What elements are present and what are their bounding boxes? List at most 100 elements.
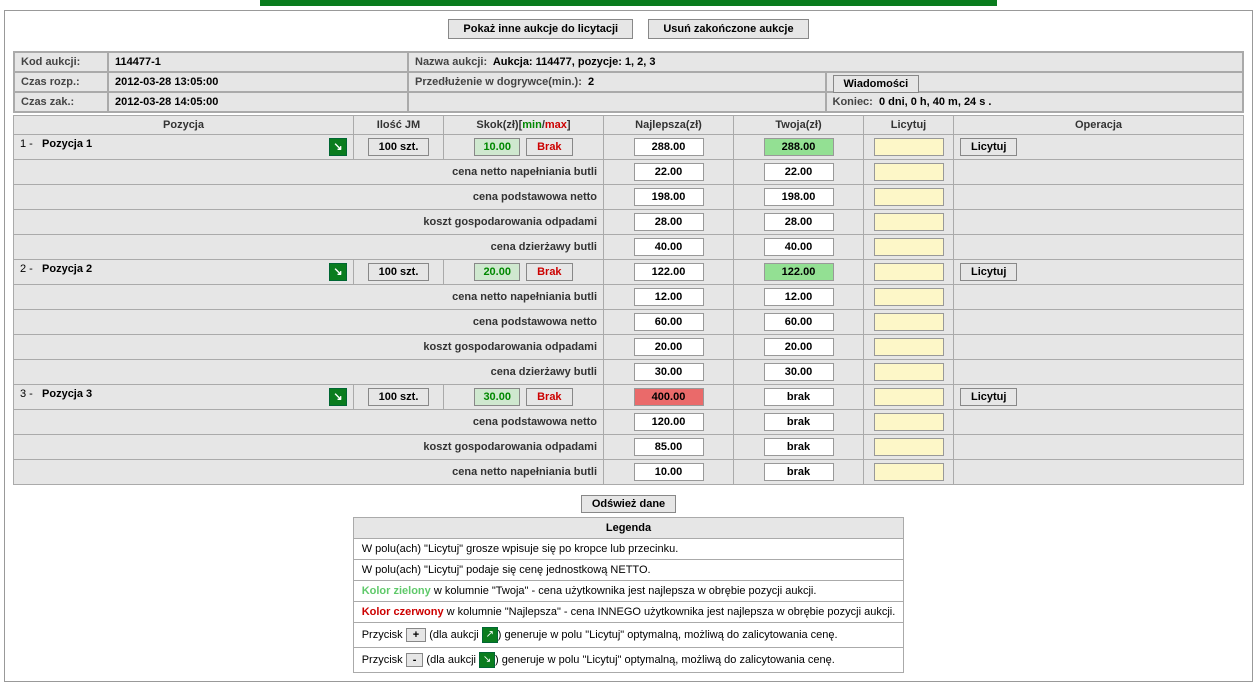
col-twoja: Twoja(zł)	[734, 116, 864, 135]
bid-input[interactable]	[874, 138, 944, 156]
table-row-sub: cena dzierżawy butli 30.00 30.00	[14, 360, 1244, 385]
nazwa-aukcji-value: Aukcja: 114477, pozycje: 1, 2, 3	[493, 56, 656, 68]
bid-input[interactable]	[874, 363, 944, 381]
bid-input[interactable]	[874, 288, 944, 306]
position-index: 3 -	[20, 388, 33, 400]
table-header-row: Pozycja Ilość JM Skok(zł)[min/max] Najle…	[14, 116, 1244, 135]
position-index: 1 -	[20, 138, 33, 150]
optimize-down-icon[interactable]: ↘	[329, 263, 347, 281]
show-other-auctions-button[interactable]: Pokaż inne aukcje do licytacji	[448, 19, 633, 39]
plus-button[interactable]: +	[406, 628, 426, 642]
odswiez-dane-button[interactable]: Odśwież dane	[581, 495, 676, 513]
bid-input[interactable]	[874, 463, 944, 481]
bid-input[interactable]	[874, 238, 944, 256]
licytuj-button[interactable]: Licytuj	[960, 388, 1017, 406]
sub-label: cena dzierżawy butli	[14, 360, 604, 385]
position-cell: 3 - Pozycja 3 ↘	[14, 385, 354, 410]
sub-best: 40.00	[634, 238, 704, 256]
best-value: 400.00	[634, 388, 704, 406]
sub-label: cena netto napełniania butli	[14, 160, 604, 185]
table-row-sub: cena podstawowa netto 120.00 brak	[14, 410, 1244, 435]
table-row-sub: cena dzierżawy butli 40.00 40.00	[14, 235, 1244, 260]
sub-best: 10.00	[634, 463, 704, 481]
table-row-sub: cena podstawowa netto 198.00 198.00	[14, 185, 1244, 210]
przedluzenie-cell: Przedłużenie w dogrywce(min.): 2	[408, 72, 826, 92]
sub-label: cena podstawowa netto	[14, 185, 604, 210]
bid-input[interactable]	[874, 263, 944, 281]
position-name: Pozycja 1	[42, 138, 92, 150]
operation-cell: Licytuj	[954, 135, 1244, 160]
col-skok: Skok(zł)[min/max]	[444, 116, 604, 135]
sub-best: 30.00	[634, 363, 704, 381]
legend-line: W polu(ach) "Licytuj" podaje się cenę je…	[353, 560, 904, 581]
your-value: brak	[764, 388, 834, 406]
koniec-label: Koniec:	[833, 96, 873, 108]
auction-info-grid: Kod aukcji: 114477-1 Nazwa aukcji: Aukcj…	[13, 51, 1244, 113]
table-row-sub: koszt gospodarowania odpadami 28.00 28.0…	[14, 210, 1244, 235]
minus-button[interactable]: -	[406, 653, 424, 667]
table-row-sub: koszt gospodarowania odpadami 20.00 20.0…	[14, 335, 1244, 360]
czas-zak-value: 2012-03-28 14:05:00	[108, 92, 408, 112]
sub-label: koszt gospodarowania odpadami	[14, 435, 604, 460]
legend-line: Kolor zielony w kolumnie "Twoja" - cena …	[353, 581, 904, 602]
sub-your: 30.00	[764, 363, 834, 381]
legend-table: Legenda W polu(ach) "Licytuj" grosze wpi…	[353, 517, 905, 673]
position-cell: 1 - Pozycja 1 ↘	[14, 135, 354, 160]
kod-aukcji-value: 114477-1	[108, 52, 408, 72]
sub-your: 20.00	[764, 338, 834, 356]
skok-value: 30.00	[474, 388, 520, 406]
bid-input[interactable]	[874, 163, 944, 181]
operation-cell	[954, 160, 1244, 185]
skok-value: 10.00	[474, 138, 520, 156]
your-value: 288.00	[764, 138, 834, 156]
bid-input[interactable]	[874, 338, 944, 356]
main-panel: Pokaż inne aukcje do licytacji Usuń zako…	[4, 10, 1253, 682]
sub-your: 60.00	[764, 313, 834, 331]
bid-input[interactable]	[874, 213, 944, 231]
bid-input[interactable]	[874, 438, 944, 456]
sub-your: 28.00	[764, 213, 834, 231]
position-name: Pozycja 3	[42, 388, 92, 400]
table-row-sub: cena podstawowa netto 60.00 60.00	[14, 310, 1244, 335]
skok-max: Brak	[526, 138, 572, 156]
remove-finished-auctions-button[interactable]: Usuń zakończone aukcje	[648, 19, 808, 39]
bid-input[interactable]	[874, 413, 944, 431]
best-cell: 288.00	[604, 135, 734, 160]
czas-rozp-value: 2012-03-28 13:05:00	[108, 72, 408, 92]
sub-label: cena dzierżawy butli	[14, 235, 604, 260]
table-row-sub: cena netto napełniania butli 10.00 brak	[14, 460, 1244, 485]
sub-label: cena netto napełniania butli	[14, 285, 604, 310]
ilosc-value: 100 szt.	[368, 388, 430, 406]
best-value: 288.00	[634, 138, 704, 156]
top-buttons: Pokaż inne aukcje do licytacji Usuń zako…	[13, 19, 1244, 39]
positions-table: Pozycja Ilość JM Skok(zł)[min/max] Najle…	[13, 115, 1244, 485]
ilosc-value: 100 szt.	[368, 138, 430, 156]
optimize-down-icon[interactable]: ↘	[329, 138, 347, 156]
czas-rozp-label: Czas rozp.:	[14, 72, 108, 92]
legend-line: Kolor czerwony w kolumnie "Najlepsza" - …	[353, 602, 904, 623]
optimize-down-icon[interactable]: ↘	[329, 388, 347, 406]
bid-input[interactable]	[874, 188, 944, 206]
table-row: 1 - Pozycja 1 ↘ 100 szt. 10.00 Brak 288.…	[14, 135, 1244, 160]
sub-label: cena podstawowa netto	[14, 410, 604, 435]
przedluzenie-value: 2	[588, 76, 594, 88]
bid-input[interactable]	[874, 313, 944, 331]
sub-best: 120.00	[634, 413, 704, 431]
your-value: 122.00	[764, 263, 834, 281]
przedluzenie-label: Przedłużenie w dogrywce(min.):	[415, 76, 582, 88]
sub-your: 12.00	[764, 288, 834, 306]
table-row: 2 - Pozycja 2 ↘ 100 szt. 20.00 Brak 122.…	[14, 260, 1244, 285]
licytuj-button[interactable]: Licytuj	[960, 138, 1017, 156]
legend-line: W polu(ach) "Licytuj" grosze wpisuje się…	[353, 539, 904, 560]
skok-max: Brak	[526, 263, 572, 281]
wiadomosci-button[interactable]: Wiadomości	[833, 75, 920, 93]
skok-max: Brak	[526, 388, 572, 406]
sub-label: koszt gospodarowania odpadami	[14, 210, 604, 235]
col-najlepsza: Najlepsza(zł)	[604, 116, 734, 135]
position-index: 2 -	[20, 263, 33, 275]
sub-your: brak	[764, 438, 834, 456]
bid-input[interactable]	[874, 388, 944, 406]
licytuj-button[interactable]: Licytuj	[960, 263, 1017, 281]
ilosc-cell: 100 szt.	[354, 135, 444, 160]
table-row-sub: cena netto napełniania butli 22.00 22.00	[14, 160, 1244, 185]
